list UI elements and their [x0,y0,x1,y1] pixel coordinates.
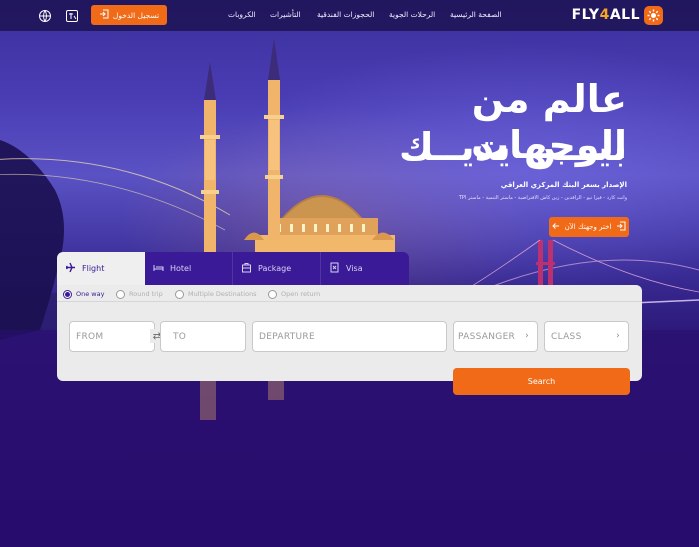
tab-hotel[interactable]: Hotel [145,252,233,285]
top-navigation-bar: FLY4ALL الصفحة الرئيسية الرحلات الجوية ا… [0,0,699,31]
arrow-left-icon [551,222,560,232]
tab-package-label: Package [258,264,292,273]
logo-sun-icon [644,5,663,25]
trip-type-open-return[interactable]: Open return [268,289,321,299]
trip-type-round-trip-label: Round trip [129,290,163,298]
package-icon [241,262,252,275]
language-icon[interactable] [38,8,52,22]
plane-icon [65,262,76,275]
cta-label: اختر وجهتك الآن [564,223,612,231]
hero-title-line-2: بيـــن يديــك [398,125,627,169]
login-button-label: تسجيل الدخول [112,10,160,20]
radio-checked-icon [63,289,72,299]
tab-flight[interactable]: Flight [57,252,145,285]
search-button[interactable]: Search [453,368,630,395]
nav-visas[interactable]: التأشيرات [270,10,301,19]
to-field[interactable]: TO [160,321,246,352]
cta-icon [616,221,626,233]
tab-package[interactable]: Package [233,252,321,285]
trip-type-multiple-label: Multiple Destinations [188,290,257,298]
tab-visa-label: Visa [346,264,363,273]
class-placeholder: CLASS [551,331,582,342]
radio-icon [175,289,184,299]
tab-hotel-label: Hotel [170,264,192,273]
trip-type-round-trip[interactable]: Round trip [116,289,163,299]
login-icon [99,9,109,21]
trip-type-one-way-label: One way [76,290,105,298]
radio-icon [268,289,277,299]
from-placeholder: FROM [76,331,104,342]
nav-home[interactable]: الصفحة الرئيسية [450,10,502,19]
from-field[interactable]: FROM [69,321,155,352]
booking-tabs: Flight Hotel Package Visa [57,252,409,285]
flight-search-panel: One way Round trip Multiple Destinations… [57,285,642,381]
nav-flights[interactable]: الرحلات الجوية [389,10,435,19]
class-field[interactable]: CLASS › [544,321,629,352]
hero-subtitle: الإصدار بسعر البنك المركزي العراقي [500,181,627,189]
currency-icon[interactable] [65,8,79,22]
chevron-right-icon: › [525,331,529,341]
tab-visa[interactable]: Visa [321,252,409,285]
choose-destination-button[interactable]: اختر وجهتك الآن [549,217,629,237]
logo-text: FLY4ALL [571,7,640,23]
bed-icon [153,262,164,275]
visa-icon [329,262,340,275]
nav-hotels[interactable]: الحجوزات الفندقية [317,10,374,19]
radio-icon [116,289,125,299]
trip-type-one-way[interactable]: One way [63,289,105,299]
departure-placeholder: DEPARTURE [259,331,315,342]
to-placeholder: TO [173,331,187,342]
nav-groups[interactable]: الكروبات [228,10,256,19]
departure-date-field[interactable]: DEPARTURE [252,321,447,352]
trip-type-open-return-label: Open return [281,290,321,298]
panel-divider [57,301,642,302]
passenger-placeholder: PASSANGER [458,331,516,342]
trip-type-multiple-destinations[interactable]: Multiple Destinations [175,289,257,299]
chevron-right-icon: › [616,331,620,341]
login-button[interactable]: تسجيل الدخول [91,5,167,25]
passenger-field[interactable]: PASSANGER › [453,321,538,352]
site-logo[interactable]: FLY4ALL [571,5,663,25]
hero-payment-methods: وانت كارد - فيزا نيو - الرافدين - زين كا… [458,195,627,201]
tab-flight-label: Flight [82,264,105,273]
search-button-label: Search [527,377,556,386]
